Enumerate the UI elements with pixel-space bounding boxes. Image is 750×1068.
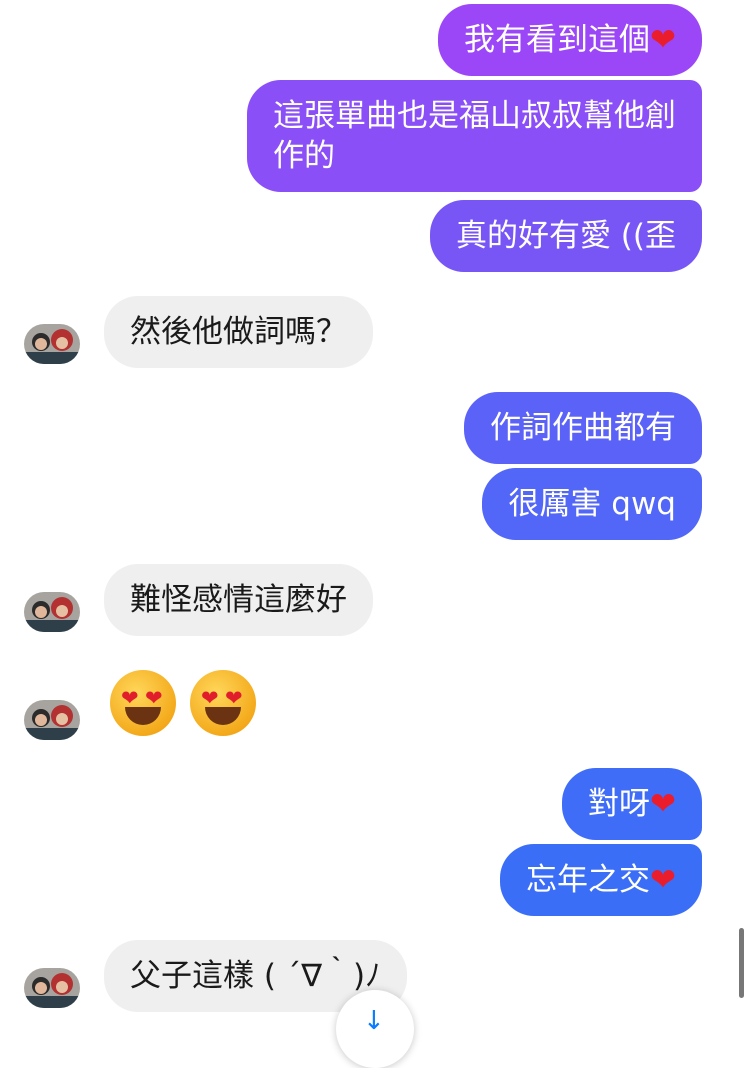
message-bubble-incoming[interactable]: 然後他做詞嗎？ (104, 296, 373, 368)
avatar-photo (24, 592, 80, 632)
message-bubble-outgoing[interactable]: 作詞作曲都有 (464, 392, 702, 464)
message-text: 忘年之交 (526, 862, 651, 898)
scrollbar[interactable] (739, 928, 744, 998)
message-bubble-outgoing[interactable]: 我有看到這個❤ (438, 4, 702, 76)
arrow-down-icon: ↓ (363, 1006, 385, 1036)
heart-icon: ❤ (650, 22, 676, 58)
user-avatar[interactable] (24, 324, 80, 364)
heart-eyes-emoji: ❤ ❤ (110, 670, 176, 736)
message-bubble-outgoing[interactable]: 很厲害 qwq (482, 468, 702, 540)
user-avatar[interactable] (24, 592, 80, 632)
message-text-line: 作的 (273, 138, 335, 174)
user-avatar[interactable] (24, 968, 80, 1008)
user-avatar[interactable] (24, 700, 80, 740)
message-text-line: 這張單曲也是福山叔叔幫他創 (273, 98, 676, 134)
message-text: 真的好有愛 ((歪 (455, 218, 676, 254)
message-text: 然後他做詞嗎？ (130, 314, 347, 350)
message-bubble-outgoing[interactable]: 忘年之交❤ (500, 844, 702, 916)
message-text: 對呀 (588, 786, 651, 822)
heart-icon: ❤ (650, 786, 676, 822)
message-text: 我有看到這個 (464, 22, 651, 58)
heart-eyes-emoji: ❤ ❤ (190, 670, 256, 736)
avatar-photo (24, 324, 80, 364)
message-text: 父子這樣 ( ´∇｀)ﾉ (130, 958, 381, 994)
scroll-to-bottom-button[interactable]: ↓ (336, 990, 414, 1068)
message-text: 作詞作曲都有 (490, 410, 676, 446)
heart-icon: ❤ (650, 862, 676, 898)
message-bubble-outgoing[interactable]: 對呀❤ (562, 768, 702, 840)
message-bubble-incoming[interactable]: 難怪感情這麼好 (104, 564, 373, 636)
message-bubble-outgoing[interactable]: 真的好有愛 ((歪 (429, 200, 702, 272)
message-bubble-outgoing[interactable]: 這張單曲也是福山叔叔幫他創 作的 (247, 80, 702, 192)
message-text: 很厲害 qwq (508, 486, 676, 522)
avatar-photo (24, 700, 80, 740)
message-text: 難怪感情這麼好 (130, 582, 347, 618)
avatar-photo (24, 968, 80, 1008)
